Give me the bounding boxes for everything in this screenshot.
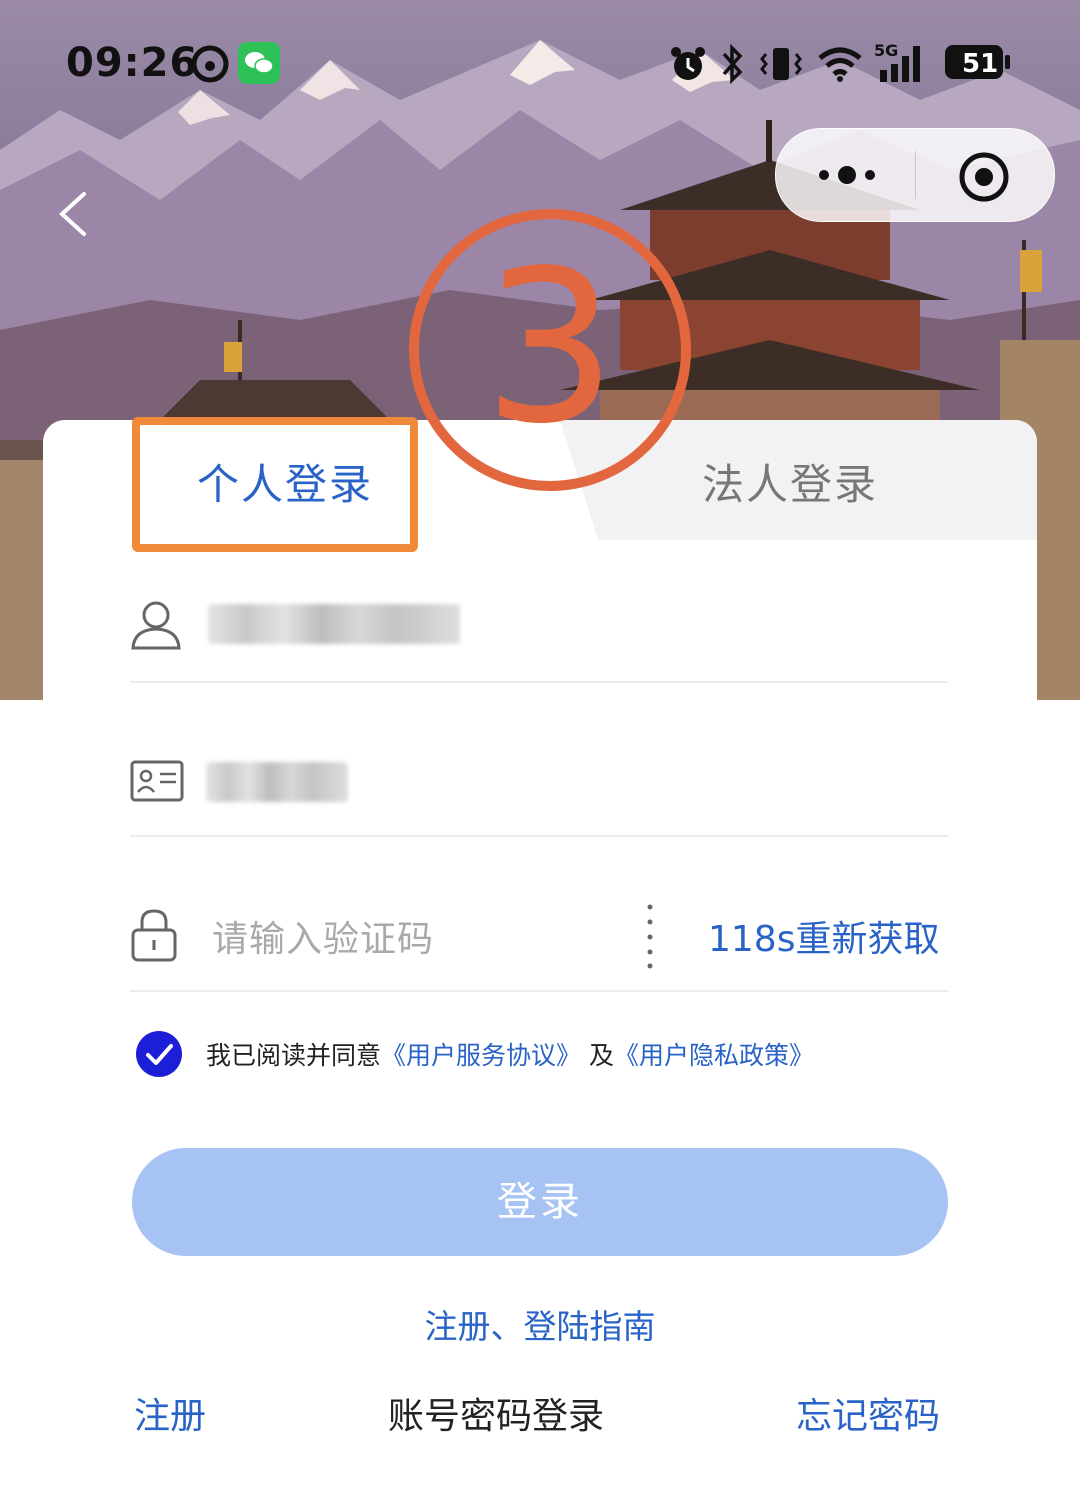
status-time: 09:26 <box>66 40 199 86</box>
user-icon <box>130 598 182 656</box>
verification-code-input[interactable]: 请输入验证码 <box>212 910 434 962</box>
register-link[interactable]: 注册 <box>134 1387 206 1439</box>
id-field-underline <box>130 835 948 837</box>
bluetooth-icon <box>718 43 748 88</box>
close-target-icon[interactable] <box>958 151 1010 203</box>
more-dots-icon[interactable] <box>814 155 880 195</box>
capsule-divider <box>915 151 916 199</box>
annotation-highlight-box <box>132 417 418 552</box>
login-button[interactable]: 登录 <box>132 1148 948 1256</box>
miniprogram-capsule <box>775 128 1055 222</box>
assistant-icon <box>190 44 230 88</box>
tab-legal-login[interactable]: 法人登录 <box>690 450 890 520</box>
input-divider <box>646 902 654 972</box>
checkmark-icon <box>146 1044 173 1065</box>
forgot-password-link[interactable]: 忘记密码 <box>796 1387 940 1439</box>
chevron-left-icon <box>59 192 86 236</box>
id-field-masked-value[interactable] <box>206 762 348 802</box>
resend-code-button[interactable]: 118s重新获取 <box>708 910 939 962</box>
phone-field-underline <box>130 681 948 683</box>
signal-icon: 5G <box>872 40 932 90</box>
lock-icon <box>130 908 178 966</box>
password-login-link[interactable]: 账号密码登录 <box>388 1387 604 1439</box>
id-card-icon <box>130 760 184 806</box>
annotation-step-number: 3 <box>483 225 617 470</box>
battery-icon: 51 <box>944 42 1012 86</box>
agreement-text: 我已阅读并同意《用户服务协议》 及《用户隐私政策》 <box>206 1036 814 1072</box>
terms-link[interactable]: 《用户服务协议》 <box>381 1041 581 1070</box>
phone-field-masked-value[interactable] <box>208 604 460 644</box>
signal-label: 5G <box>874 41 898 60</box>
agreement-prefix: 我已阅读并同意 <box>206 1041 382 1070</box>
privacy-link[interactable]: 《用户隐私政策》 <box>614 1041 814 1070</box>
annotation-step-marker: 3 <box>404 204 696 496</box>
battery-level: 51 <box>962 49 998 79</box>
wechat-icon <box>238 42 280 88</box>
wifi-icon <box>816 44 864 88</box>
register-guide-link[interactable]: 注册、登陆指南 <box>0 1300 1080 1348</box>
back-button[interactable] <box>52 188 96 240</box>
status-bar: 09:26 5G 51 <box>0 30 1080 100</box>
agreement-checkbox[interactable] <box>136 1031 182 1077</box>
code-field-underline <box>130 990 948 992</box>
alarm-icon <box>668 44 708 88</box>
agreement-and: 及 <box>588 1041 614 1070</box>
vibrate-icon <box>758 44 804 88</box>
